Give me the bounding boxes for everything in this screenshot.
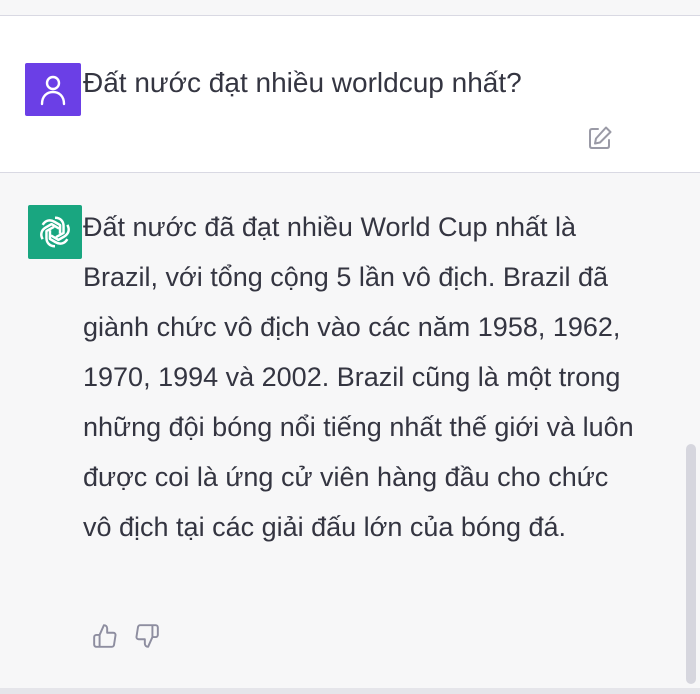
previous-message-strip: [0, 0, 700, 16]
user-message-text: Đất nước đạt nhiều worldcup nhất?: [83, 67, 522, 98]
user-message: Đất nước đạt nhiều worldcup nhất?: [0, 16, 700, 173]
edit-message-button[interactable]: [585, 123, 615, 153]
scrollbar-thumb[interactable]: [686, 444, 696, 684]
edit-icon: [589, 126, 612, 149]
user-icon: [40, 75, 66, 105]
thumbs-down-button[interactable]: [132, 621, 162, 651]
thumbs-down-icon: [135, 624, 159, 648]
assistant-avatar: [28, 205, 82, 259]
thumbs-up-button[interactable]: [90, 621, 120, 651]
user-avatar: [25, 63, 81, 116]
thumbs-up-icon: [93, 624, 117, 648]
assistant-message: Đất nước đã đạt nhiều World Cup nhất là …: [0, 173, 700, 694]
openai-logo-icon: [40, 216, 70, 248]
assistant-message-text: Đất nước đã đạt nhiều World Cup nhất là …: [83, 212, 634, 542]
bottom-divider: [0, 688, 700, 694]
